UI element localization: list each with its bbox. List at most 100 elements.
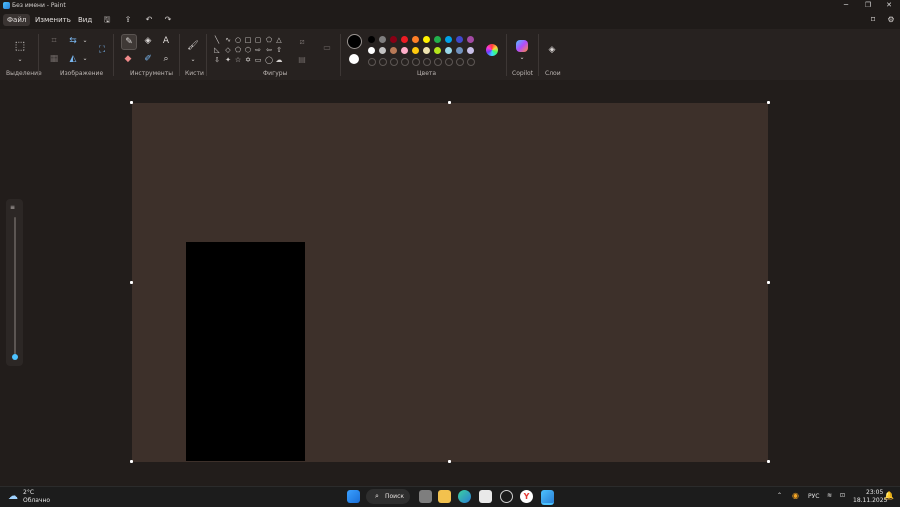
tray-app-icon[interactable]: ◉ bbox=[792, 491, 799, 500]
palette-swatch[interactable] bbox=[456, 47, 463, 54]
eraser-icon[interactable]: ◆ bbox=[121, 52, 135, 66]
weather-temperature[interactable]: 2°C bbox=[23, 489, 34, 496]
palette-swatch[interactable] bbox=[412, 47, 419, 54]
custom-color-slot[interactable] bbox=[368, 58, 376, 66]
hexagon-shape-icon[interactable]: ⬡ bbox=[243, 45, 253, 55]
shape-size-icon[interactable]: ▭ bbox=[320, 41, 334, 55]
custom-color-slot[interactable] bbox=[423, 58, 431, 66]
menu-edit[interactable]: Изменить bbox=[31, 14, 75, 26]
selection-rect-icon[interactable]: ⬚ bbox=[13, 39, 27, 53]
task-view-icon[interactable] bbox=[419, 490, 432, 503]
undo-icon[interactable]: ↶ bbox=[143, 14, 155, 26]
brush-dropdown-icon[interactable]: ⌄ bbox=[186, 53, 200, 67]
resize-handle-top-right[interactable] bbox=[767, 101, 770, 104]
settings-gear-icon[interactable]: ⚙ bbox=[885, 14, 897, 26]
star4-shape-icon[interactable]: ✦ bbox=[223, 55, 233, 65]
save-icon[interactable]: 🖫 bbox=[101, 14, 113, 26]
right-triangle-shape-icon[interactable]: ◺ bbox=[212, 45, 222, 55]
text-tool-icon[interactable]: A bbox=[159, 34, 173, 48]
curve-shape-icon[interactable]: ∿ bbox=[223, 35, 233, 45]
start-windows-icon[interactable] bbox=[347, 490, 360, 503]
diamond-shape-icon[interactable]: ◇ bbox=[223, 45, 233, 55]
resize-handle-top-left[interactable] bbox=[130, 101, 133, 104]
primary-color-swatch[interactable] bbox=[347, 34, 362, 49]
custom-color-slot[interactable] bbox=[390, 58, 398, 66]
palette-swatch[interactable] bbox=[445, 47, 452, 54]
clock-app-icon[interactable] bbox=[500, 490, 513, 503]
notification-bell-icon[interactable]: 🔔 bbox=[884, 491, 894, 500]
layers-icon[interactable]: ◈ bbox=[545, 43, 559, 57]
palette-swatch[interactable] bbox=[423, 47, 430, 54]
custom-color-slot[interactable] bbox=[434, 58, 442, 66]
arrow-down-shape-icon[interactable]: ⇩ bbox=[212, 55, 222, 65]
menu-file[interactable]: Файл bbox=[3, 14, 31, 26]
triangle-shape-icon[interactable]: △ bbox=[274, 35, 284, 45]
redo-icon[interactable]: ↷ bbox=[162, 14, 174, 26]
palette-swatch[interactable] bbox=[390, 36, 397, 43]
pencil-icon[interactable]: ✎ bbox=[121, 34, 137, 50]
image-adjust-icon[interactable]: ▦ bbox=[47, 52, 61, 66]
custom-color-slot[interactable] bbox=[401, 58, 409, 66]
palette-swatch[interactable] bbox=[379, 47, 386, 54]
palette-swatch[interactable] bbox=[456, 36, 463, 43]
yandex-browser-icon[interactable]: Y bbox=[520, 490, 533, 503]
line-shape-icon[interactable]: ╲ bbox=[212, 35, 222, 45]
weather-description[interactable]: Облачно bbox=[23, 497, 50, 504]
palette-swatch[interactable] bbox=[434, 47, 441, 54]
palette-swatch[interactable] bbox=[423, 36, 430, 43]
shape-outline-icon[interactable]: ⧄ bbox=[295, 35, 309, 49]
palette-swatch[interactable] bbox=[379, 36, 386, 43]
resize-dropdown-icon[interactable]: ⌄ bbox=[78, 34, 92, 48]
shape-fill-icon[interactable]: ▤ bbox=[295, 53, 309, 67]
wifi-icon[interactable]: ≋ bbox=[827, 492, 832, 499]
clock-date[interactable]: 18.11.2025 bbox=[853, 497, 887, 504]
pentagon-shape-icon[interactable]: ⬠ bbox=[233, 45, 243, 55]
edit-colors-wheel-icon[interactable] bbox=[486, 44, 498, 56]
image-select-icon[interactable]: ⛶ bbox=[95, 43, 109, 57]
palette-swatch[interactable] bbox=[368, 36, 375, 43]
resize-handle-bottom[interactable] bbox=[448, 460, 451, 463]
palette-swatch[interactable] bbox=[412, 36, 419, 43]
palette-swatch[interactable] bbox=[401, 47, 408, 54]
secondary-color-swatch[interactable] bbox=[349, 54, 359, 64]
resize-handle-bottom-right[interactable] bbox=[767, 460, 770, 463]
palette-swatch[interactable] bbox=[467, 47, 474, 54]
edge-browser-icon[interactable] bbox=[458, 490, 471, 503]
menu-view[interactable]: Вид bbox=[74, 14, 96, 26]
resize-handle-right[interactable] bbox=[767, 281, 770, 284]
cloud-shape-icon[interactable]: ☁ bbox=[274, 55, 284, 65]
rectangle-shape-icon[interactable]: □ bbox=[243, 35, 253, 45]
palette-swatch[interactable] bbox=[401, 36, 408, 43]
paint-taskbar-icon[interactable] bbox=[541, 490, 554, 505]
size-slider-thumb[interactable] bbox=[12, 354, 18, 360]
fill-bucket-icon[interactable]: ◈ bbox=[141, 34, 155, 48]
star5-shape-icon[interactable]: ☆ bbox=[233, 55, 243, 65]
arrow-left-shape-icon[interactable]: ⇦ bbox=[264, 45, 274, 55]
close-button[interactable]: ✕ bbox=[878, 0, 900, 12]
share-icon[interactable]: ⇪ bbox=[122, 14, 134, 26]
network-icon[interactable]: ⊡ bbox=[840, 492, 845, 499]
arrow-right-shape-icon[interactable]: ⇨ bbox=[253, 45, 263, 55]
custom-color-slot[interactable] bbox=[412, 58, 420, 66]
share-screen-icon[interactable]: ⌑ bbox=[867, 14, 879, 26]
file-explorer-icon[interactable] bbox=[438, 490, 451, 503]
resize-handle-left[interactable] bbox=[130, 281, 133, 284]
input-language[interactable]: РУС bbox=[808, 493, 819, 500]
maximize-button[interactable]: ❐ bbox=[857, 0, 879, 12]
polygon-shape-icon[interactable]: ⬠ bbox=[264, 35, 274, 45]
show-hidden-icons-chevron-icon[interactable]: ⌃ bbox=[777, 492, 782, 499]
color-picker-icon[interactable]: ✐ bbox=[141, 52, 155, 66]
oval-shape-icon[interactable]: ○ bbox=[233, 35, 243, 45]
custom-color-slot[interactable] bbox=[445, 58, 453, 66]
selection-dropdown-icon[interactable]: ⌄ bbox=[13, 53, 27, 67]
crop-icon[interactable]: ⌗ bbox=[47, 34, 61, 48]
palette-swatch[interactable] bbox=[445, 36, 452, 43]
size-slider-track[interactable] bbox=[14, 217, 16, 357]
star6-shape-icon[interactable]: ✡ bbox=[243, 55, 253, 65]
brush-icon[interactable]: 🖌 bbox=[186, 39, 200, 53]
resize-handle-top[interactable] bbox=[448, 101, 451, 104]
store-icon[interactable] bbox=[479, 490, 492, 503]
custom-color-slot[interactable] bbox=[467, 58, 475, 66]
weather-cloud-icon[interactable]: ☁ bbox=[8, 492, 18, 502]
palette-swatch[interactable] bbox=[467, 36, 474, 43]
